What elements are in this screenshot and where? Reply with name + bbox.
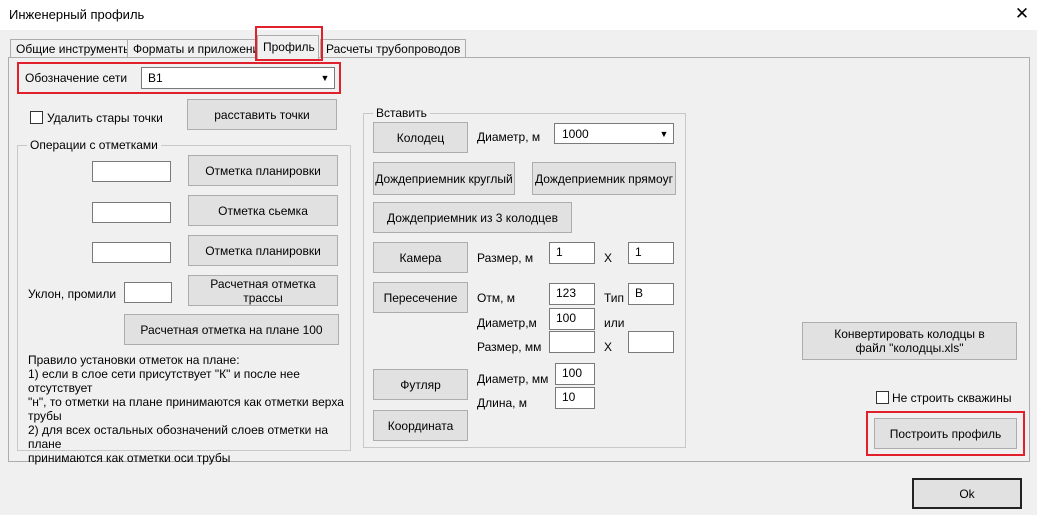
ok-button[interactable]: Ok bbox=[912, 478, 1022, 509]
delete-points-checkbox[interactable] bbox=[30, 111, 43, 124]
delete-points-label: Удалить стары точки bbox=[47, 111, 163, 125]
tab-general-tools[interactable]: Общие инструменты bbox=[10, 39, 138, 58]
planning-mark-input-2[interactable] bbox=[92, 242, 171, 263]
case-length-label: Длина, м bbox=[477, 396, 528, 410]
convert-wells-line-1: Конвертировать колодцы в bbox=[834, 327, 985, 341]
build-profile-button[interactable]: Построить профиль bbox=[874, 418, 1017, 449]
chevron-down-icon[interactable]: ▼ bbox=[656, 125, 672, 142]
survey-mark-button[interactable]: Отметка сьемка bbox=[188, 195, 338, 226]
crossing-x-label: Х bbox=[604, 340, 613, 354]
rain-inlet-three-wells-button[interactable]: Дождеприемник из 3 колодцев bbox=[373, 202, 572, 233]
slope-input[interactable] bbox=[124, 282, 172, 303]
planning-mark-button-1[interactable]: Отметка планировки bbox=[188, 155, 338, 186]
rule-line: принимаются как отметки оси трубы bbox=[28, 451, 231, 465]
crossing-type-input[interactable]: В bbox=[628, 283, 674, 305]
calc-plan-mark-button[interactable]: Расчетная отметка на плане 100 bbox=[124, 314, 339, 345]
crossing-button[interactable]: Пересечение bbox=[373, 282, 468, 313]
rule-line: 1) если в слое сети присутствует "К" и п… bbox=[28, 367, 300, 395]
title-bar bbox=[0, 0, 1037, 30]
rule-line: 2) для всех остальных обозначений слоев … bbox=[28, 423, 328, 451]
planning-mark-input-1[interactable] bbox=[92, 161, 171, 182]
rule-line: Правило установки отметок на плане: bbox=[28, 353, 240, 367]
marks-group-legend: Операции с отметками bbox=[27, 138, 161, 152]
rain-inlet-rect-button[interactable]: Дождеприемник прямоуг bbox=[532, 162, 676, 195]
crossing-diameter-input[interactable]: 100 bbox=[549, 308, 595, 330]
survey-mark-input[interactable] bbox=[92, 202, 171, 223]
place-points-button[interactable]: расставить точки bbox=[187, 99, 337, 130]
case-diameter-input[interactable]: 100 bbox=[555, 363, 595, 385]
crossing-size-mm-label: Размер, мм bbox=[477, 340, 542, 354]
network-value: В1 bbox=[148, 71, 163, 85]
no-wells-checkbox[interactable] bbox=[876, 391, 889, 404]
well-diameter-select[interactable]: 1000 ▼ bbox=[554, 123, 674, 144]
rule-line: трубы bbox=[28, 409, 62, 423]
well-diameter-label: Диаметр, м bbox=[477, 130, 541, 144]
rain-inlet-round-button[interactable]: Дождеприемник круглый bbox=[373, 162, 515, 195]
chevron-down-icon[interactable]: ▼ bbox=[317, 69, 333, 87]
tab-profile[interactable]: Профиль bbox=[257, 35, 319, 59]
crossing-otm-input[interactable]: 123 bbox=[549, 283, 595, 305]
chamber-size-b-input[interactable]: 1 bbox=[628, 242, 674, 264]
slope-label: Уклон, промили bbox=[28, 287, 117, 301]
no-wells-label: Не строить скважины bbox=[892, 391, 1012, 405]
crossing-otm-label: Отм, м bbox=[477, 291, 515, 305]
case-diameter-label: Диаметр, мм bbox=[477, 372, 549, 386]
crossing-type-label: Тип bbox=[604, 291, 625, 305]
crossing-size-mm-b-input[interactable] bbox=[628, 331, 674, 353]
rule-line: "н", то отметки на плане принимаются как… bbox=[28, 395, 344, 409]
network-label: Обозначение сети bbox=[25, 71, 128, 85]
well-diameter-value: 1000 bbox=[562, 127, 589, 141]
network-select[interactable]: В1 ▼ bbox=[141, 67, 335, 89]
convert-wells-line-2: файл "колодцы.xls" bbox=[855, 341, 964, 355]
planning-mark-button-2[interactable]: Отметка планировки bbox=[188, 235, 338, 266]
window-title: Инженерный профиль bbox=[9, 7, 145, 22]
convert-wells-button[interactable]: Конвертировать колодцы в файл "колодцы.x… bbox=[802, 322, 1017, 360]
calc-route-mark-button[interactable]: Расчетная отметка трассы bbox=[188, 275, 338, 306]
chamber-button[interactable]: Камера bbox=[373, 242, 468, 273]
marks-rule-text: Правило установки отметок на плане: 1) е… bbox=[28, 353, 348, 465]
coordinate-button[interactable]: Координата bbox=[373, 410, 468, 441]
close-icon[interactable]: ✕ bbox=[1010, 3, 1034, 25]
chamber-size-label: Размер, м bbox=[477, 251, 534, 265]
case-length-input[interactable]: 10 bbox=[555, 387, 595, 409]
insert-group-legend: Вставить bbox=[373, 106, 430, 120]
tab-pipeline-calcs[interactable]: Расчеты трубопроводов bbox=[320, 39, 467, 58]
well-button[interactable]: Колодец bbox=[373, 122, 468, 153]
crossing-or-label: или bbox=[604, 316, 625, 330]
chamber-size-a-input[interactable]: 1 bbox=[549, 242, 595, 264]
case-button[interactable]: Футляр bbox=[373, 369, 468, 400]
tab-formats[interactable]: Форматы и приложения bbox=[127, 39, 272, 58]
chamber-x-label: Х bbox=[604, 251, 613, 265]
crossing-size-mm-a-input[interactable] bbox=[549, 331, 595, 353]
crossing-diameter-label: Диаметр,м bbox=[477, 316, 537, 330]
